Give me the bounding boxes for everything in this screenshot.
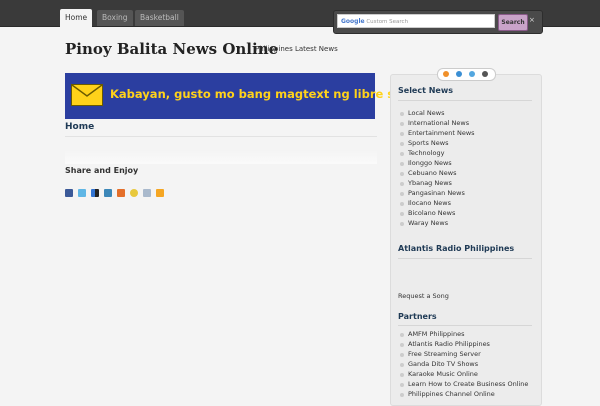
bullet-icon [400,383,404,387]
bullet-icon [400,222,404,226]
page-title: Home [65,122,95,132]
stumbleupon-icon[interactable] [117,189,125,197]
bullet-icon [400,373,404,377]
divider [398,258,532,259]
sidebar-link[interactable]: AMFM Philippines [408,330,465,338]
delicious-icon[interactable] [91,189,99,197]
sidebar-link[interactable]: International News [408,119,469,127]
favorite-icon[interactable] [130,189,138,197]
bullet-icon [400,182,404,186]
sidebar-link[interactable]: Karaoke Music Online [408,370,478,378]
twitter-icon[interactable] [469,71,475,77]
search-button[interactable]: Search [498,14,528,31]
bullet-icon [400,192,404,196]
site-tagline: Philippines Latest News [255,45,338,53]
tab-basketball[interactable]: Basketball [135,10,184,26]
bullet-icon [400,202,404,206]
search-placeholder: Custom Search [366,19,409,25]
radio-heading: Atlantis Radio Philippines [398,244,515,253]
rss-icon[interactable] [443,71,449,77]
bullet-icon [400,162,404,166]
bullet-icon [400,212,404,216]
sidebar-link[interactable]: Philippines Channel Online [408,390,495,398]
partners-heading: Partners [398,312,437,321]
sidebar-link[interactable]: Pangasinan News [408,189,465,197]
sidebar-link[interactable]: Atlantis Radio Philippines [408,340,490,348]
sms-banner[interactable]: Kabayan, gusto mo bang magtext ng libre … [65,73,448,119]
sidebar-link[interactable]: Local News [408,109,444,117]
sidebar-link[interactable]: Learn How to Create Business Online [408,380,528,388]
close-icon[interactable]: × [529,16,535,24]
bullet-icon [400,333,404,337]
facebook-icon[interactable] [65,189,73,197]
sidebar-link[interactable]: Ganda Dito TV Shows [408,360,478,368]
tab-boxing[interactable]: Boxing [97,10,133,26]
bullet-icon [400,122,404,126]
share-heading: Share and Enjoy [65,166,139,175]
sidebar-link[interactable]: Ilonggo News [408,159,452,167]
email-icon[interactable] [143,189,151,197]
envelope-icon [71,84,103,106]
tab-home[interactable]: Home [60,9,93,27]
sidebar-icon-bar [437,68,496,81]
site-title[interactable]: Pinoy Balita News Online [65,40,278,58]
sidebar-link[interactable]: Sports News [408,139,448,147]
share-icon[interactable] [456,71,462,77]
sidebar-link[interactable]: Ilocano News [408,199,451,207]
search-form: Google Custom Search Search × [333,10,543,34]
bullet-icon [400,152,404,156]
sidebar-link[interactable]: Waray News [408,219,448,227]
sidebar-link[interactable]: Entertainment News [408,129,475,137]
sidebar-link[interactable]: Free Streaming Server [408,350,481,358]
bullet-icon [400,343,404,347]
bookmark-icon[interactable] [482,71,488,77]
linkedin-icon[interactable] [104,189,112,197]
select-news-heading: Select News [398,86,453,95]
bullet-icon [400,112,404,116]
request-song-link[interactable]: Request a Song [398,292,449,300]
sidebar-link[interactable]: Technology [408,149,444,157]
twitter-icon[interactable] [78,189,86,197]
rss-icon[interactable] [156,189,164,197]
bullet-icon [400,363,404,367]
search-input[interactable]: Google Custom Search [337,14,495,28]
bullet-icon [400,172,404,176]
divider [398,325,532,326]
sidebar-link[interactable]: Bicolano News [408,209,455,217]
google-logo: Google [341,18,365,25]
bullet-icon [400,142,404,146]
bullet-icon [400,393,404,397]
divider [65,136,377,137]
sidebar-link[interactable]: Cebuano News [408,169,457,177]
bullet-icon [400,353,404,357]
sidebar-link[interactable]: Ybanag News [408,179,452,187]
divider [398,100,532,101]
content-area [65,150,377,164]
bullet-icon [400,132,404,136]
